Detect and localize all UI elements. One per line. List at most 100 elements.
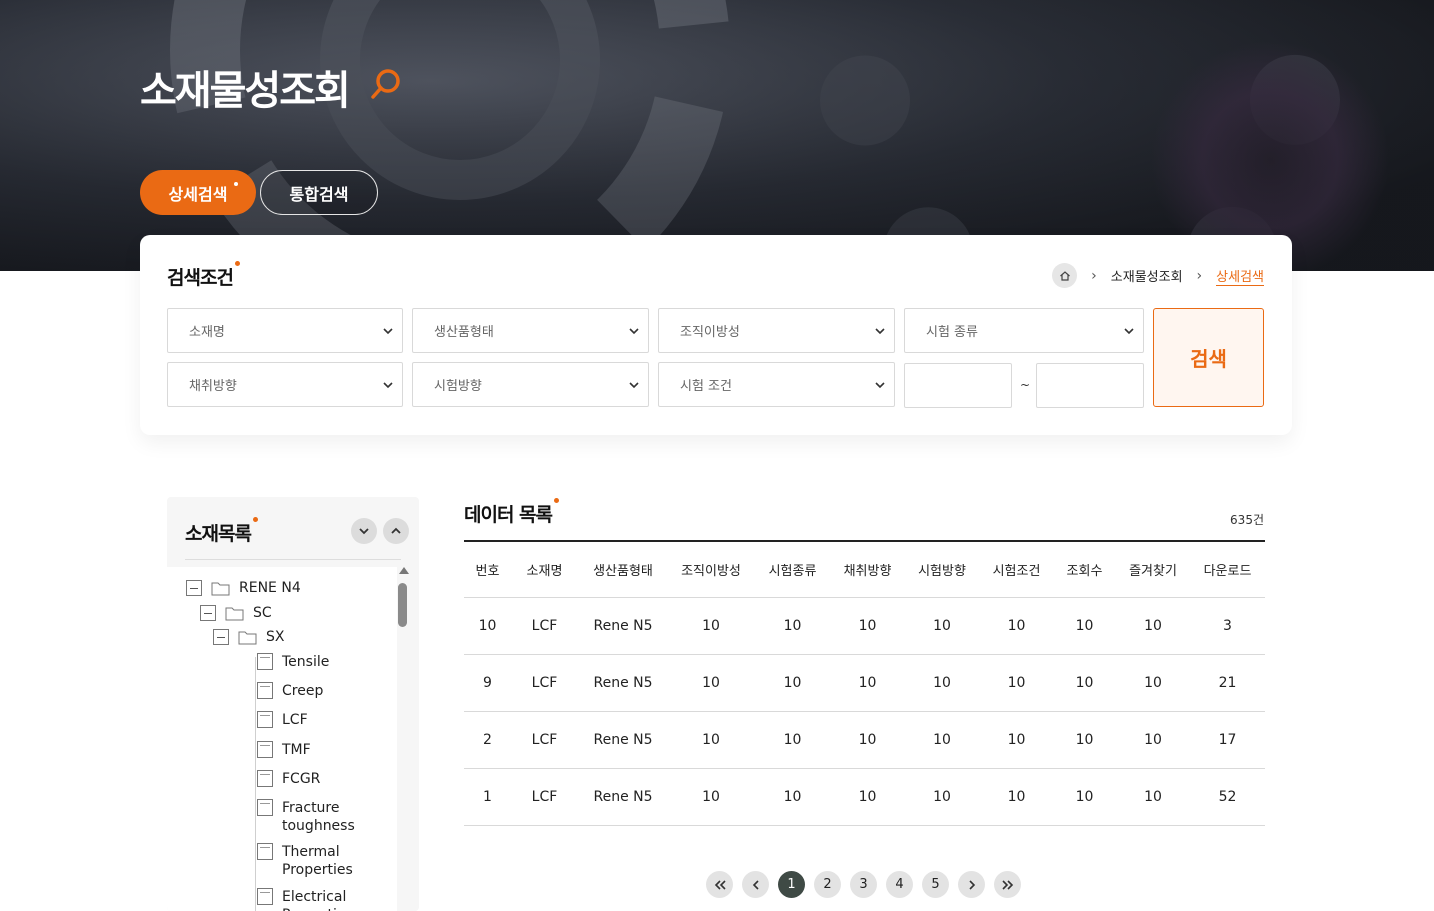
chevron-down-icon [383, 328, 393, 335]
table-header-row: 번호 소재명 생산품형태 조직이방성 시험종류 채취방향 시험방향 시험조건 조… [464, 541, 1265, 598]
expand-all-button[interactable] [351, 518, 377, 544]
page-title: 소재물성조회 [140, 68, 351, 114]
data-list-title: 데이터 목록 [464, 498, 560, 527]
next-page-icon[interactable] [958, 871, 985, 898]
table-row[interactable]: 2 LCF Rene N5 10 10 10 10 10 10 10 17 [464, 711, 1265, 769]
search-conditions-panel: 검색조건 › 소재물성조회 › 상세검색 소재명 생산품형태 조직이방성 시험 … [140, 235, 1292, 435]
folder-icon [211, 582, 230, 596]
page-button-5[interactable]: 5 [922, 871, 949, 898]
tree-node-lcf[interactable]: LCF [257, 711, 308, 729]
tree-node-electrical-properties[interactable]: Electrical Properties [257, 888, 367, 911]
document-icon [257, 711, 273, 728]
product-form-select[interactable]: 생산품형태 [412, 308, 649, 353]
chevron-down-icon [875, 328, 885, 335]
document-icon [257, 682, 273, 699]
table-row[interactable]: 9 LCF Rene N5 10 10 10 10 10 10 10 21 [464, 654, 1265, 712]
chevron-right-icon: › [1196, 267, 1203, 284]
test-condition-select[interactable]: 시험 조건 [658, 362, 895, 407]
material-list-title: 소재목록 [185, 517, 258, 546]
collapse-icon[interactable] [200, 605, 216, 621]
column-header: 번호 [464, 541, 511, 598]
scrollbar-thumb[interactable] [398, 583, 407, 627]
column-header: 즐겨찾기 [1116, 541, 1190, 598]
page-button-2[interactable]: 2 [814, 871, 841, 898]
accent-dot-icon [234, 261, 240, 266]
search-conditions-title: 검색조건 [167, 261, 240, 290]
document-icon [257, 770, 273, 787]
column-header: 조직이방성 [668, 541, 754, 598]
document-icon [257, 653, 273, 670]
last-page-icon[interactable] [994, 871, 1021, 898]
test-direction-select[interactable]: 시험방향 [412, 362, 649, 407]
anisotropy-select[interactable]: 조직이방성 [658, 308, 895, 353]
column-header: 조회수 [1053, 541, 1116, 598]
pagination: 1 2 3 4 5 [706, 871, 1030, 898]
breadcrumb-current[interactable]: 상세검색 [1216, 266, 1264, 286]
hero-banner [0, 0, 1434, 271]
result-count: 635건 [1230, 513, 1264, 527]
accent-dot-icon [252, 517, 258, 522]
prev-page-icon[interactable] [742, 871, 769, 898]
tree-node-creep[interactable]: Creep [257, 682, 323, 700]
column-header: 채취방향 [831, 541, 904, 598]
tree-node-rene-n4[interactable]: RENE N4 [186, 579, 301, 597]
folder-icon [238, 631, 257, 645]
table-row[interactable]: 10 LCF Rene N5 10 10 10 10 10 10 10 3 [464, 597, 1265, 655]
chevron-down-icon [359, 528, 369, 535]
scroll-up-arrow-icon[interactable] [399, 567, 409, 574]
material-name-select[interactable]: 소재명 [167, 308, 403, 353]
search-icon [371, 69, 400, 99]
range-separator: ~ [1020, 378, 1031, 392]
chevron-down-icon [629, 382, 639, 389]
column-header: 다운로드 [1190, 541, 1265, 598]
column-header: 시험방향 [904, 541, 980, 598]
active-dot-icon [234, 182, 238, 186]
tab-label: 통합검색 [289, 184, 349, 204]
collapse-icon[interactable] [213, 629, 229, 645]
sampling-direction-select[interactable]: 채취방향 [167, 362, 403, 407]
home-icon[interactable] [1052, 263, 1078, 288]
chevron-down-icon [1124, 328, 1134, 335]
tree-node-tensile[interactable]: Tensile [257, 653, 329, 671]
page-button-1[interactable]: 1 [778, 871, 805, 898]
range-to-input[interactable] [1036, 363, 1144, 408]
document-icon [257, 799, 273, 816]
material-tree-panel: 소재목록 RENE N4 SC SX Tensile Creep LCF TMF… [167, 497, 419, 911]
collapse-all-button[interactable] [383, 518, 409, 544]
breadcrumb-item[interactable]: 소재물성조회 [1111, 266, 1183, 285]
column-header: 시험조건 [980, 541, 1053, 598]
search-button[interactable]: 검색 [1153, 308, 1264, 407]
data-table: 번호 소재명 생산품형태 조직이방성 시험종류 채취방향 시험방향 시험조건 조… [464, 540, 1265, 826]
tree-node-sx[interactable]: SX [213, 628, 284, 646]
tree-node-tmf[interactable]: TMF [257, 741, 311, 759]
chevron-down-icon [383, 382, 393, 389]
table-row[interactable]: 1 LCF Rene N5 10 10 10 10 10 10 10 52 [464, 768, 1265, 826]
document-icon [257, 843, 273, 860]
column-header: 생산품형태 [578, 541, 668, 598]
tab-label: 상세검색 [168, 184, 228, 204]
page-button-3[interactable]: 3 [850, 871, 877, 898]
material-tree: RENE N4 SC SX Tensile Creep LCF TMF FCGR… [167, 567, 397, 911]
tree-node-thermal-properties[interactable]: Thermal Properties [257, 843, 367, 879]
first-page-icon[interactable] [706, 871, 733, 898]
tab-detail-search[interactable]: 상세검색 [140, 170, 256, 215]
test-type-select[interactable]: 시험 종류 [904, 308, 1144, 353]
chevron-up-icon [391, 527, 401, 534]
collapse-icon[interactable] [186, 580, 202, 596]
accent-dot-icon [554, 498, 560, 503]
chevron-down-icon [629, 328, 639, 335]
column-header: 소재명 [511, 541, 578, 598]
tree-node-fcgr[interactable]: FCGR [257, 770, 320, 788]
range-from-input[interactable] [904, 363, 1012, 408]
page-button-4[interactable]: 4 [886, 871, 913, 898]
document-icon [257, 741, 273, 758]
tree-scrollbar[interactable] [397, 567, 409, 911]
tree-node-sc[interactable]: SC [200, 604, 272, 622]
column-header: 시험종류 [754, 541, 831, 598]
chevron-right-icon: › [1091, 267, 1097, 284]
tab-unified-search[interactable]: 통합검색 [260, 170, 378, 215]
tree-node-fracture-toughness[interactable]: Fracture toughness [257, 799, 367, 835]
chevron-down-icon [875, 382, 885, 389]
breadcrumb: › 소재물성조회 › 상세검색 [1052, 263, 1264, 288]
folder-icon [225, 607, 244, 621]
